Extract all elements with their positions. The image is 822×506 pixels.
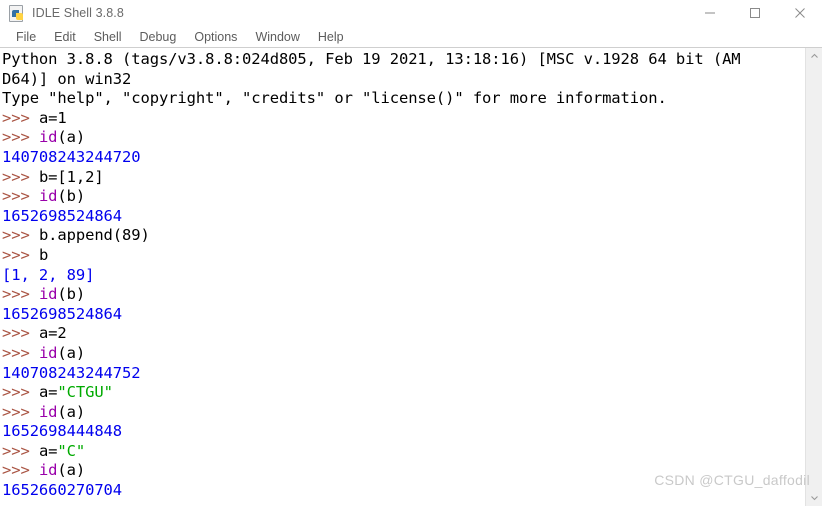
shell-token-builtin: id [38, 285, 58, 304]
shell-token-plain: (a) [57, 343, 86, 362]
menu-bar: File Edit Shell Debug Options Window Hel… [0, 26, 822, 48]
shell-body: Python 3.8.8 (tags/v3.8.8:024d805, Feb 1… [0, 48, 822, 506]
shell-token-output: [1, 2, 89] [2, 265, 95, 284]
minimize-button[interactable] [687, 0, 732, 26]
shell-line: >>> id(a) [2, 344, 805, 364]
shell-token-output: 140708243244720 [2, 147, 141, 166]
shell-token-prompt: >>> [2, 383, 39, 402]
shell-line: 1652698444848 [2, 422, 805, 442]
shell-line: 1652698524864 [2, 305, 805, 325]
scroll-up-button[interactable] [805, 48, 822, 65]
shell-token-prompt: >>> [2, 441, 39, 460]
shell-line: 1652698524864 [2, 207, 805, 227]
shell-token-plain: Type "help", "copyright", "credits" or "… [2, 89, 667, 108]
shell-line: 1652660270704 [2, 481, 805, 501]
shell-token-prompt: >>> [2, 187, 39, 206]
shell-token-string: "C" [57, 441, 86, 460]
shell-token-plain: a=1 [38, 108, 67, 127]
menu-item-window[interactable]: Window [246, 27, 308, 47]
shell-token-builtin: id [38, 128, 58, 147]
shell-token-string: "CTGU" [57, 383, 113, 402]
shell-token-prompt: >>> [2, 226, 39, 245]
close-icon [794, 8, 805, 18]
shell-token-output: 1652698444848 [2, 422, 123, 441]
shell-token-plain: (a) [57, 461, 86, 480]
shell-line: >>> id(b) [2, 285, 805, 305]
chevron-down-icon [810, 496, 818, 501]
shell-token-builtin: id [38, 402, 58, 421]
shell-line: [1, 2, 89] [2, 266, 805, 286]
shell-line: >>> id(a) [2, 461, 805, 481]
shell-token-builtin: id [38, 461, 58, 480]
shell-token-prompt: >>> [2, 108, 39, 127]
shell-token-plain: a= [38, 441, 58, 460]
shell-token-plain: (b) [57, 285, 86, 304]
chevron-up-icon [810, 53, 818, 58]
shell-token-prompt: >>> [2, 501, 39, 506]
shell-token-prompt: >>> [2, 402, 39, 421]
scroll-down-button[interactable] [805, 489, 822, 506]
idle-shell-window: IDLE Shell 3.8.8 File Edit Shell Debug O… [0, 0, 822, 506]
shell-line: >>> a="C" [2, 442, 805, 462]
minimize-icon [704, 12, 715, 14]
shell-line: >>> id(a) [2, 128, 805, 148]
shell-line: >>> a=1 [2, 109, 805, 129]
title-bar: IDLE Shell 3.8.8 [0, 0, 822, 26]
shell-token-plain: D64)] on win32 [2, 69, 132, 88]
shell-token-plain: a= [38, 383, 58, 402]
shell-token-output: 1652660270704 [2, 481, 123, 500]
shell-token-plain: (a) [57, 402, 86, 421]
menu-item-debug[interactable]: Debug [131, 27, 186, 47]
shell-token-prompt: >>> [2, 461, 39, 480]
scrollbar-track[interactable] [805, 65, 822, 489]
shell-token-prompt: >>> [2, 343, 39, 362]
shell-token-prompt: >>> [2, 324, 39, 343]
shell-token-prompt: >>> [2, 167, 39, 186]
close-button[interactable] [777, 0, 822, 26]
window-controls [687, 0, 822, 26]
shell-line: >>> id(a) [2, 403, 805, 423]
shell-line: >>> id(b) [2, 187, 805, 207]
shell-line: >>> b=[1,2] [2, 168, 805, 188]
shell-token-plain: (b) [57, 187, 86, 206]
menu-item-options[interactable]: Options [185, 27, 246, 47]
menu-item-shell[interactable]: Shell [85, 27, 131, 47]
python-file-icon [8, 4, 25, 22]
shell-line: 140708243244720 [2, 148, 805, 168]
menu-item-file[interactable]: File [7, 27, 45, 47]
menu-item-help[interactable]: Help [309, 27, 353, 47]
shell-line: >>> a=2 [2, 324, 805, 344]
shell-line: Python 3.8.8 (tags/v3.8.8:024d805, Feb 1… [2, 50, 805, 70]
vertical-scrollbar[interactable] [805, 48, 822, 506]
window-title: IDLE Shell 3.8.8 [32, 6, 124, 20]
shell-line: Type "help", "copyright", "credits" or "… [2, 89, 805, 109]
shell-line: >>> b [2, 246, 805, 266]
shell-token-builtin: id [38, 187, 58, 206]
menu-item-edit[interactable]: Edit [45, 27, 85, 47]
shell-token-plain: b.append(89) [38, 226, 150, 245]
shell-line: 140708243244752 [2, 364, 805, 384]
shell-token-prompt: >>> [2, 285, 39, 304]
scrollbar-thumb[interactable] [808, 65, 820, 489]
shell-token-output: 1652698524864 [2, 206, 123, 225]
shell-token-output: 1652698524864 [2, 304, 123, 323]
shell-line: >>> a="CTGU" [2, 383, 805, 403]
shell-line: >>> b.append(89) [2, 226, 805, 246]
shell-output-area[interactable]: Python 3.8.8 (tags/v3.8.8:024d805, Feb 1… [0, 48, 805, 506]
shell-token-output: 140708243244752 [2, 363, 141, 382]
maximize-icon [749, 8, 760, 18]
shell-token-prompt: >>> [2, 245, 39, 264]
shell-token-plain: a=2 [38, 324, 67, 343]
shell-token-plain: Python 3.8.8 (tags/v3.8.8:024d805, Feb 1… [2, 50, 741, 68]
shell-token-builtin: id [38, 343, 58, 362]
shell-token-plain: (a) [57, 128, 86, 147]
shell-line: >>> [2, 501, 805, 506]
shell-line: D64)] on win32 [2, 70, 805, 90]
shell-token-prompt: >>> [2, 128, 39, 147]
maximize-button[interactable] [732, 0, 777, 26]
shell-token-plain: b [38, 245, 49, 264]
shell-token-plain: b=[1,2] [38, 167, 104, 186]
